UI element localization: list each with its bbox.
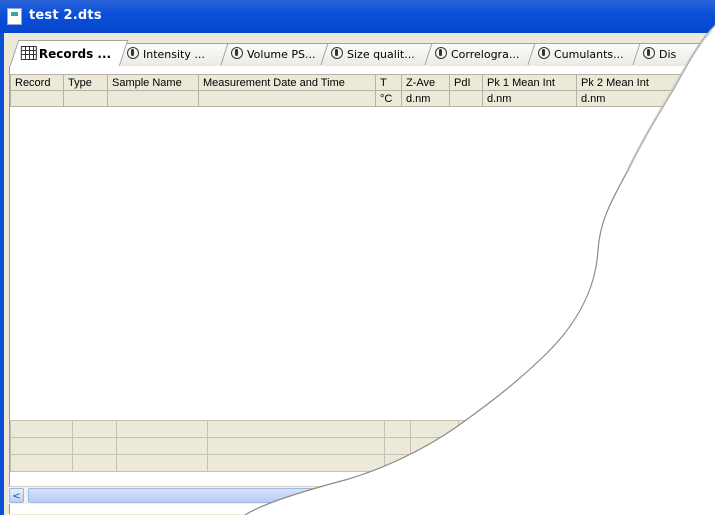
unit-cell — [198, 90, 376, 107]
scroll-left-button[interactable]: < — [9, 488, 24, 503]
title-bar[interactable]: test 2.dts — [0, 0, 715, 33]
report-icon — [643, 47, 655, 59]
report-icon — [331, 47, 343, 59]
document-icon — [7, 8, 22, 25]
tab-size-quality[interactable]: Size qualit... — [320, 43, 435, 65]
tab-label: Volume PS... — [247, 48, 316, 61]
window-border — [0, 33, 4, 515]
column-header-temperature[interactable]: T — [375, 74, 402, 91]
column-header-measurement-date[interactable]: Measurement Date and Time — [198, 74, 376, 91]
unit-cell — [10, 90, 64, 107]
column-header-sample-name[interactable]: Sample Name — [107, 74, 199, 91]
report-icon — [538, 47, 550, 59]
column-header-z-ave[interactable]: Z-Ave — [401, 74, 450, 91]
records-panel: Record Type Sample Name Measurement Date… — [9, 66, 715, 514]
tab-records[interactable]: Records ... — [9, 40, 129, 66]
column-header-record[interactable]: Record — [10, 74, 64, 91]
tab-correlogram[interactable]: Correlogra... — [424, 43, 538, 65]
tab-label: Dis — [659, 48, 677, 61]
scrollbar-thumb[interactable] — [28, 488, 708, 503]
summary-rows — [10, 420, 706, 472]
report-icon — [435, 47, 447, 59]
tab-strip: Records ... Intensity ... Volume PS... S… — [6, 40, 715, 66]
records-empty-area[interactable] — [10, 107, 715, 417]
unit-cell: d.nm — [576, 90, 697, 107]
column-header-type[interactable]: Type — [63, 74, 108, 91]
units-row: °C d.nm d.nm d.nm — [10, 90, 697, 107]
column-header-pk2-mean-int[interactable]: Pk 2 Mean Int — [576, 74, 697, 91]
unit-cell: d.nm — [482, 90, 577, 107]
grid-icon — [20, 46, 37, 60]
summary-row — [10, 454, 706, 472]
column-header-pdi[interactable]: PdI — [449, 74, 483, 91]
application-window: test 2.dts Records ... Intensity ... Vol… — [0, 0, 715, 515]
records-table: Record Type Sample Name Measurement Date… — [10, 74, 697, 107]
report-icon — [127, 47, 139, 59]
tab-label: Records ... — [38, 47, 112, 61]
tab-distribution[interactable]: Dis — [632, 43, 710, 65]
summary-row — [10, 420, 706, 438]
window-title: test 2.dts — [29, 8, 102, 23]
unit-cell — [107, 90, 199, 107]
unit-cell — [63, 90, 108, 107]
tab-label: Correlogra... — [451, 48, 520, 61]
header-row: Record Type Sample Name Measurement Date… — [10, 74, 697, 91]
unit-cell: d.nm — [401, 90, 450, 107]
summary-row — [10, 437, 706, 455]
report-icon — [231, 47, 243, 59]
horizontal-scrollbar[interactable]: < — [8, 486, 715, 504]
tab-volume-psd[interactable]: Volume PS... — [220, 43, 331, 65]
tab-cumulants[interactable]: Cumulants... — [527, 43, 643, 65]
tab-label: Intensity ... — [143, 48, 205, 61]
unit-cell — [449, 90, 483, 107]
unit-cell: °C — [375, 90, 402, 107]
tab-label: Size qualit... — [347, 48, 415, 61]
tab-intensity[interactable]: Intensity ... — [116, 43, 230, 65]
column-header-pk1-mean-int[interactable]: Pk 1 Mean Int — [482, 74, 577, 91]
tab-label: Cumulants... — [554, 48, 624, 61]
